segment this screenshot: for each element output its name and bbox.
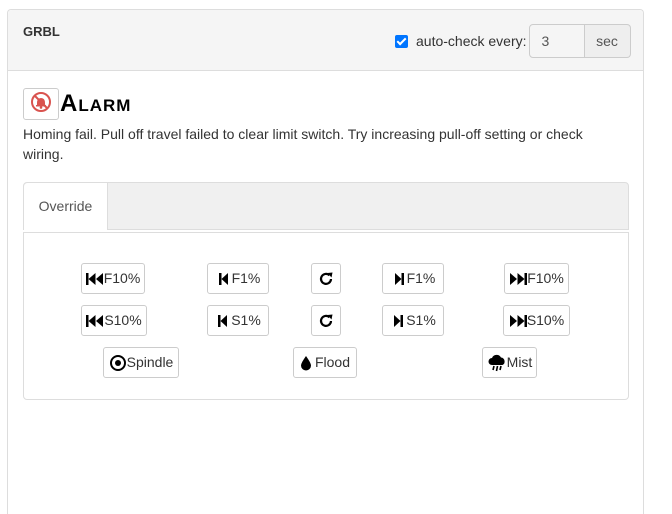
fast-backward-icon bbox=[86, 314, 104, 328]
feed-plus1-label: F1% bbox=[406, 270, 436, 286]
step-forward-icon bbox=[391, 272, 407, 286]
autocheck-group: auto-check every: 3 sec bbox=[395, 24, 631, 58]
feed-plus10-label: F10% bbox=[527, 270, 564, 286]
alarm-icon-button[interactable] bbox=[23, 88, 59, 120]
speed-minus10-button[interactable]: S10% bbox=[81, 305, 147, 336]
tab-override[interactable]: Override bbox=[24, 183, 108, 230]
speed-minus10-label: S10% bbox=[104, 312, 142, 328]
mist-toggle-button[interactable]: Mist bbox=[482, 347, 537, 378]
alarm-title: Alarm bbox=[60, 90, 132, 117]
fast-backward-icon bbox=[85, 272, 104, 286]
refresh-icon bbox=[317, 312, 335, 330]
spindle-icon bbox=[109, 354, 127, 372]
override-panel: F10% F1% F1% F10% S10% S1% S1% S10% Spin… bbox=[23, 232, 629, 400]
autocheck-checkbox[interactable] bbox=[395, 34, 408, 48]
alarm-header: Alarm bbox=[23, 88, 131, 120]
refresh-icon bbox=[317, 270, 335, 288]
fast-forward-icon bbox=[509, 314, 527, 328]
speed-minus1-button[interactable]: S1% bbox=[207, 305, 269, 336]
feed-minus10-button[interactable]: F10% bbox=[81, 263, 145, 294]
tab-bar: Override bbox=[23, 182, 629, 230]
bell-slash-icon bbox=[30, 91, 52, 118]
feed-minus1-label: F1% bbox=[231, 270, 261, 286]
alarm-message: Homing fail. Pull off travel failed to c… bbox=[23, 126, 583, 162]
spindle-label: Spindle bbox=[126, 354, 174, 370]
droplet-icon bbox=[300, 355, 312, 371]
speed-plus10-button[interactable]: S10% bbox=[503, 305, 570, 336]
interval-unit: sec bbox=[584, 24, 631, 58]
feed-plus10-button[interactable]: F10% bbox=[504, 263, 569, 294]
speed-minus1-label: S1% bbox=[231, 312, 261, 328]
feed-plus1-button[interactable]: F1% bbox=[382, 263, 444, 294]
autocheck-label: auto-check every: bbox=[416, 33, 527, 49]
mist-label: Mist bbox=[506, 354, 533, 370]
interval-input[interactable]: 3 bbox=[528, 24, 585, 58]
panel-title: GRBL bbox=[23, 24, 60, 39]
grbl-panel: GRBL auto-check every: 3 sec Alarm Homin… bbox=[7, 9, 644, 514]
spindle-toggle-button[interactable]: Spindle bbox=[103, 347, 179, 378]
speed-plus10-label: S10% bbox=[526, 312, 565, 328]
speed-reset-button[interactable] bbox=[311, 305, 341, 336]
feed-reset-button[interactable] bbox=[311, 263, 341, 294]
speed-plus1-button[interactable]: S1% bbox=[382, 305, 444, 336]
step-backward-icon bbox=[216, 272, 232, 286]
step-backward-icon bbox=[215, 314, 231, 328]
feed-minus10-label: F10% bbox=[103, 270, 141, 286]
speed-plus1-label: S1% bbox=[406, 312, 436, 328]
step-forward-icon bbox=[390, 314, 406, 328]
panel-heading: GRBL auto-check every: 3 sec bbox=[8, 10, 643, 71]
flood-toggle-button[interactable]: Flood bbox=[293, 347, 357, 378]
flood-label: Flood bbox=[314, 354, 351, 370]
cloud-rain-icon bbox=[487, 354, 507, 372]
fast-forward-icon bbox=[509, 272, 528, 286]
feed-minus1-button[interactable]: F1% bbox=[207, 263, 269, 294]
